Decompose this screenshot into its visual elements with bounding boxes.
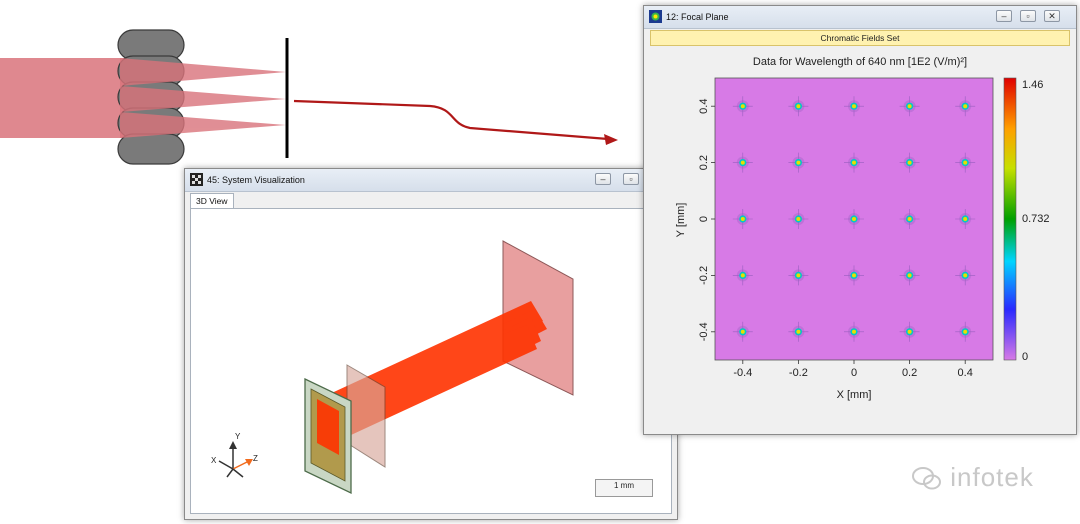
vis-window-title: 45: System Visualization: [207, 175, 305, 185]
y-tick-label: -0.4: [698, 322, 710, 341]
scale-bar: 1 mm: [595, 479, 653, 497]
focal-maximize-button[interactable]: ▫: [1020, 10, 1036, 22]
x-tick-label: 0: [851, 367, 857, 379]
x-axis-ticks: -0.4 -0.2 0 0.2 0.4: [733, 360, 973, 379]
wechat-logo-icon: [912, 467, 941, 490]
focal-window-title: 12: Focal Plane: [666, 12, 729, 22]
x-axis-label: X [mm]: [837, 389, 872, 401]
colorbar-mid-label: 0.732: [1022, 213, 1050, 225]
vis-minimize-button[interactable]: –: [595, 173, 611, 185]
lens-array-schematic: [0, 29, 618, 165]
curved-arrow: [293, 99, 609, 141]
y-axis-label: Y [mm]: [675, 203, 687, 238]
y-tick-label: 0.4: [698, 99, 710, 114]
y-axis-ticks: 0.4 0.2 0 -0.2 -0.4: [698, 99, 715, 341]
plot-title: Data for Wavelength of 640 nm [1E2 (V/m)…: [752, 56, 968, 68]
x-tick-label: -0.2: [789, 367, 808, 379]
3d-scene: Y X Z: [211, 240, 574, 495]
x-tick-label: 0.2: [902, 367, 917, 379]
x-tick-label: -0.4: [733, 367, 752, 379]
focal-plane-plot: -0.4 -0.2 0 0.2 0.4 0.4 0.2 0 -0.2 -0.4 X [mm] Y…: [675, 77, 1050, 401]
axis-label-x: X: [211, 456, 217, 465]
scale-bar-label: 1 mm: [614, 481, 634, 490]
axis-label-y: Y: [235, 432, 241, 441]
arrow-head: [604, 134, 618, 145]
chromatic-fields-set-bar[interactable]: Chromatic Fields Set: [650, 30, 1070, 46]
focal-title-bar[interactable]: 12: Focal Plane – ▫ ✕: [644, 6, 1076, 29]
axis-label-z: Z: [253, 454, 258, 463]
field-icon: [649, 10, 662, 23]
system-visualization-window: 45: System Visualization – ▫ 3D View Y X…: [184, 168, 678, 520]
y-tick-label: 0: [698, 216, 710, 222]
tab-3d-view[interactable]: 3D View: [190, 193, 234, 209]
focal-plane-window: 12: Focal Plane – ▫ ✕ Chromatic Fields S…: [643, 5, 1077, 435]
y-tick-label: 0.2: [698, 155, 710, 170]
colorbar-max-label: 1.46: [1022, 79, 1043, 91]
vis-maximize-button[interactable]: ▫: [623, 173, 639, 185]
y-tick-label: -0.2: [698, 266, 710, 285]
watermark-text: infotek: [950, 462, 1034, 492]
x-tick-label: 0.4: [958, 367, 973, 379]
vis-app-icon: [190, 173, 203, 186]
focused-beamlets: [120, 58, 286, 138]
3d-viewport[interactable]: Y X Z 1 mm: [190, 208, 672, 514]
colorbar: [1003, 77, 1017, 361]
colorbar-min-label: 0: [1022, 351, 1028, 363]
vis-title-bar[interactable]: 45: System Visualization – ▫: [185, 169, 677, 192]
watermark: infotek: [912, 462, 1034, 493]
focal-close-button[interactable]: ✕: [1044, 10, 1060, 22]
axis-triad: [218, 441, 253, 478]
focal-minimize-button[interactable]: –: [996, 10, 1012, 22]
